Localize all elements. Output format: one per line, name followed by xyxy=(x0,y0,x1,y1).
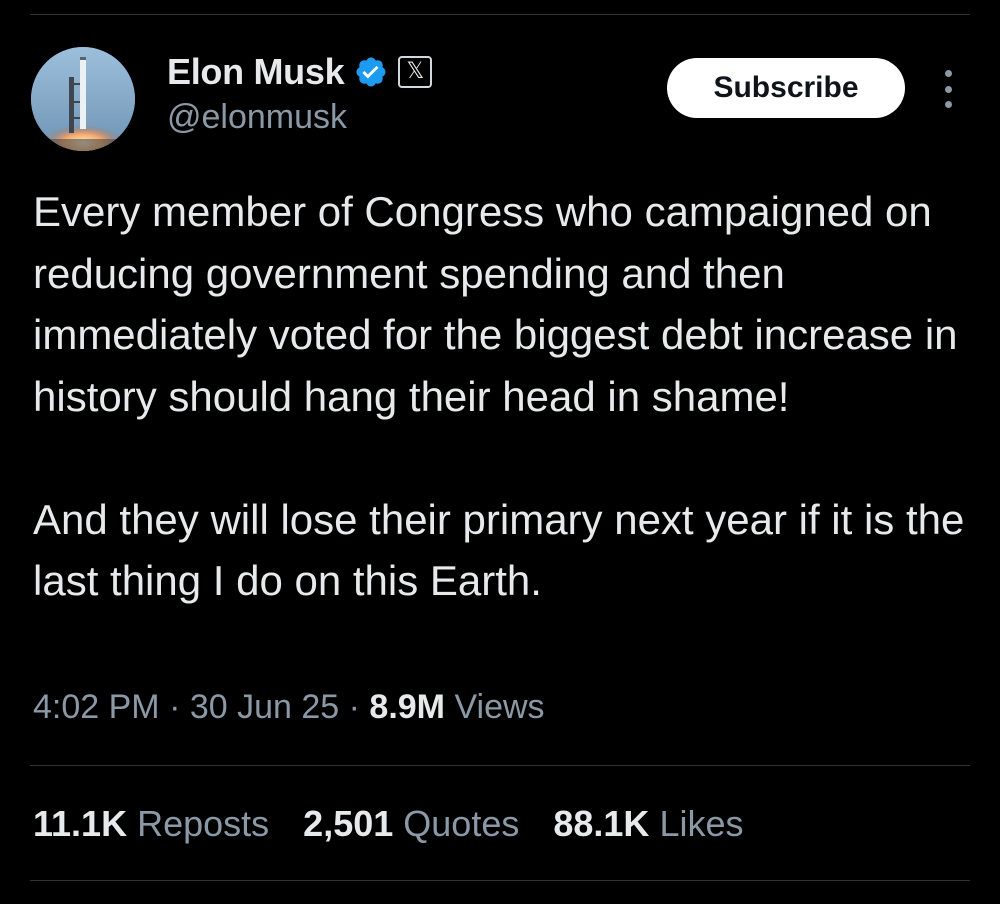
likes-stat[interactable]: 88.1K Likes xyxy=(553,803,743,845)
display-name[interactable]: Elon Musk xyxy=(167,51,345,93)
views-count: 8.9M xyxy=(369,688,446,726)
more-dot xyxy=(944,101,952,108)
engagement-stats: 11.1K Reposts 2,501 Quotes 88.1K Likes xyxy=(33,803,744,845)
avatar[interactable] xyxy=(31,47,135,151)
meta-separator: · xyxy=(339,688,370,726)
views-label: Views xyxy=(454,688,545,726)
tweet-paragraph: And they will lose their primary next ye… xyxy=(33,495,965,605)
x-logo-icon[interactable]: 𝕏 xyxy=(398,56,433,88)
handle[interactable]: @elonmusk xyxy=(167,98,347,137)
likes-label: Likes xyxy=(659,803,744,844)
more-dot xyxy=(944,85,952,93)
top-divider xyxy=(30,14,970,15)
quotes-label: Quotes xyxy=(403,803,520,844)
meta-separator: · xyxy=(159,688,190,726)
tweet-time[interactable]: 4:02 PM xyxy=(33,688,160,726)
more-dot xyxy=(944,70,952,77)
avatar-rocket-icon xyxy=(31,47,135,151)
tweet-meta: 4:02 PM · 30 Jun 25 · 8.9M Views xyxy=(33,688,545,727)
reposts-stat[interactable]: 11.1K Reposts xyxy=(33,803,269,845)
quotes-stat[interactable]: 2,501 Quotes xyxy=(303,803,519,845)
tweet-paragraph: Every member of Congress who campaigned … xyxy=(33,188,958,420)
tweet-detail: Elon Musk 𝕏 @elonmusk Subscribe Every me… xyxy=(0,0,1000,904)
divider xyxy=(30,880,970,881)
tweet-date[interactable]: 30 Jun 25 xyxy=(190,688,339,726)
tweet-text: Every member of Congress who campaigned … xyxy=(33,181,968,612)
verified-badge-icon[interactable] xyxy=(354,55,388,89)
divider xyxy=(30,765,970,766)
author-name-row: Elon Musk 𝕏 xyxy=(167,50,433,94)
more-vertical-icon[interactable] xyxy=(936,70,960,108)
subscribe-button[interactable]: Subscribe xyxy=(667,58,905,118)
likes-count: 88.1K xyxy=(553,803,650,844)
quotes-count: 2,501 xyxy=(303,803,394,844)
reposts-label: Reposts xyxy=(137,803,270,844)
reposts-count: 11.1K xyxy=(33,803,128,844)
